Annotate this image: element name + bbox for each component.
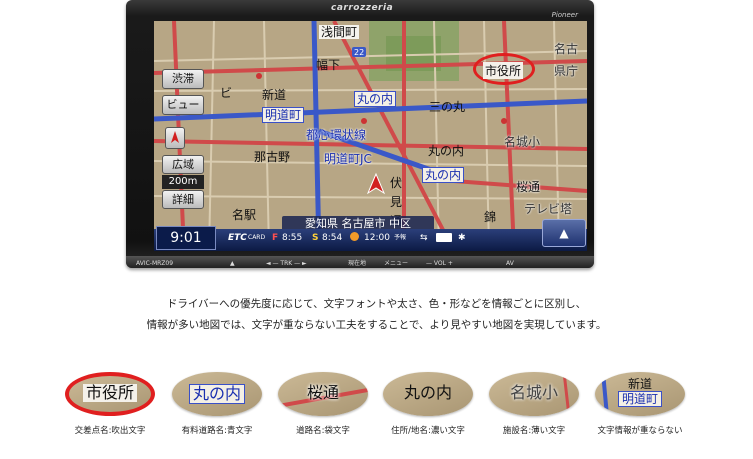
route-number: 22 xyxy=(354,48,365,57)
caption-line-1: ドライバーへの優先度に応じて、文字フォントや太さ、色・形などを情報ごとに区別し、 xyxy=(166,298,587,310)
sample-intersection: 市役所 xyxy=(65,372,155,416)
place-label: 名古 xyxy=(554,42,579,56)
s-marker: S xyxy=(312,233,319,243)
place-label: 浅間町 xyxy=(319,25,360,39)
model-label: AVIC-MRZ09 xyxy=(136,260,174,267)
place-label: 見 xyxy=(390,195,403,209)
maker-logo: Pioneer xyxy=(551,11,578,19)
poi-marker xyxy=(501,118,507,124)
forecast-label: 予報 xyxy=(394,234,407,241)
poi-marker xyxy=(256,73,262,79)
facility-label: 名城小 xyxy=(504,135,541,149)
sd-card-icon xyxy=(436,233,452,242)
sample-road-name: 桜通 xyxy=(278,372,368,416)
sample-text: 名城小 xyxy=(509,383,558,402)
place-label: 三の丸 xyxy=(429,100,466,114)
usb-icon: ⇆ xyxy=(420,233,428,243)
scale-indicator: 200m xyxy=(162,175,204,189)
place-label: 那古野 xyxy=(254,150,291,164)
road-name-label: 都心環状線 xyxy=(306,128,367,142)
sample-toll-road: 丸の内 xyxy=(172,372,262,416)
compass-icon[interactable] xyxy=(165,127,185,149)
road-name-label: 桜通 xyxy=(516,180,541,194)
facility-label: テレビ塔 xyxy=(524,202,573,216)
traffic-button[interactable]: 渋滞 xyxy=(162,69,204,89)
av-button[interactable]: AV xyxy=(506,260,514,267)
volume-button[interactable]: — VOL + xyxy=(426,260,453,267)
sample-text: 桜通 xyxy=(306,383,339,402)
current-location-button[interactable]: 現在地 xyxy=(348,258,366,267)
sample-text: 市役所 xyxy=(82,384,137,402)
sample-address: 丸の内 xyxy=(383,372,473,416)
sample-label: 住所/地名:濃い文字 xyxy=(391,426,465,436)
sample-label: 道路名:袋文字 xyxy=(296,426,350,436)
place-label: 錦 xyxy=(484,210,497,224)
intersection-label: 市役所 xyxy=(483,62,524,79)
sample-label: 有料道路名:青文字 xyxy=(181,426,253,436)
toll-road-label: 丸の内 xyxy=(354,91,397,107)
place-label: 幅下 xyxy=(316,58,341,72)
s-time: 8:54 xyxy=(322,233,343,243)
etc-card-label: CARD xyxy=(248,234,266,241)
toll-road-label: 明道町 xyxy=(262,107,305,123)
map-screen[interactable]: 22 浅間町 幅下 新道 三の丸 那古野 名城小 伏 見 通 名駅 名古 県庁 … xyxy=(154,21,587,251)
f-marker: F xyxy=(272,233,279,243)
road-name-label: 明道町JC xyxy=(324,152,372,166)
zoom-in-button[interactable]: 詳細 xyxy=(162,190,204,209)
view-button[interactable]: ビュー xyxy=(162,95,204,115)
place-label: ビ xyxy=(220,86,233,100)
menu-upload-button[interactable]: ▲ xyxy=(542,219,586,247)
arrival-time: 12:00 xyxy=(364,233,390,243)
weather-icon xyxy=(350,232,359,241)
sample-text: 新道 xyxy=(627,377,652,391)
sample-no-overlap: 新道 明道町 xyxy=(595,372,685,416)
sample-label: 施設名:薄い文字 xyxy=(502,426,566,436)
track-button[interactable]: ◄ — TRK — ► xyxy=(266,260,307,267)
sample-facility: 名城小 xyxy=(489,372,579,416)
zoom-out-button[interactable]: 広域 xyxy=(162,155,204,174)
place-label: 伏 xyxy=(390,176,403,190)
place-label: 丸の内 xyxy=(428,144,465,158)
sample-text: 丸の内 xyxy=(188,384,245,404)
bluetooth-icon: ✱ xyxy=(458,233,466,243)
clock: 9:01 xyxy=(156,226,216,250)
place-label: 新道 xyxy=(262,88,287,102)
sample-text: 明道町 xyxy=(617,391,662,407)
etc-indicator: ETC xyxy=(228,233,247,243)
place-label: 県庁 xyxy=(554,64,579,78)
menu-hardware-button[interactable]: メニュー xyxy=(384,258,408,267)
sample-label: 文字情報が重ならない xyxy=(597,426,683,436)
f-time: 8:55 xyxy=(282,233,303,243)
eject-button[interactable]: ▲ xyxy=(230,260,235,267)
sample-text: 丸の内 xyxy=(403,383,452,402)
brand-logo: carrozzeria xyxy=(331,3,394,13)
poi-marker xyxy=(361,118,367,124)
sample-label: 交差点名:吹出文字 xyxy=(74,426,146,436)
toll-road-label: 丸の内 xyxy=(422,167,465,183)
bezel-button-strip: AVIC-MRZ09 ▲ ◄ — TRK — ► 現在地 メニュー — VOL … xyxy=(126,256,594,268)
caption-line-2: 情報が多い地図では、文字が重ならない工夫をすることで、より見やすい地図を実現して… xyxy=(146,319,607,331)
intersection-callout: 市役所 xyxy=(473,53,535,85)
place-label: 名駅 xyxy=(232,208,257,222)
